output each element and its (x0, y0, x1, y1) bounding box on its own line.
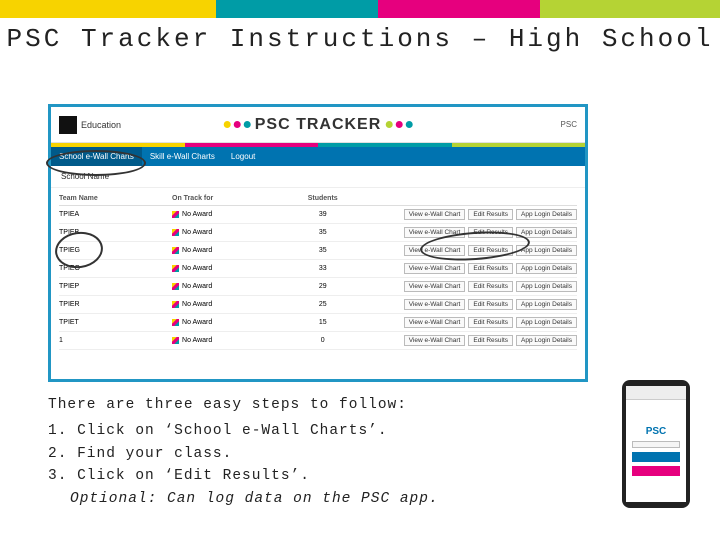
table-row: TPIEGNo Award35 View e-Wall ChartEdit Res… (59, 242, 577, 260)
edit-results-button[interactable]: Edit Results (468, 263, 513, 274)
cell-students: 39 (294, 211, 351, 218)
award-flag-icon (172, 283, 179, 290)
edit-results-button[interactable]: Edit Results (468, 281, 513, 292)
teams-table: Team Name On Track for Students TPIEANo … (51, 188, 585, 350)
edit-results-button[interactable]: Edit Results (468, 227, 513, 238)
cell-track: No Award (172, 229, 294, 236)
tab-logout[interactable]: Logout (223, 147, 263, 166)
app-login-button[interactable]: App Login Details (516, 209, 577, 220)
slide-top-stripe (0, 0, 720, 18)
view-ewall-button[interactable]: View e-Wall Chart (404, 335, 466, 346)
view-ewall-button[interactable]: View e-Wall Chart (404, 317, 466, 328)
award-flag-icon (172, 229, 179, 236)
table-row: TPIEPNo Award29 View e-Wall ChartEdit Res… (59, 278, 577, 296)
psc-tracker-brand: PSC TRACKER (224, 116, 413, 134)
edit-results-button[interactable]: Edit Results (468, 209, 513, 220)
cell-students: 15 (294, 319, 351, 326)
app-login-button[interactable]: App Login Details (516, 263, 577, 274)
award-flag-icon (172, 319, 179, 326)
view-ewall-button[interactable]: View e-Wall Chart (404, 227, 466, 238)
cell-students: 25 (294, 301, 351, 308)
phone-primary-button (632, 452, 680, 462)
cell-team: TPIER (59, 301, 172, 308)
edit-results-button[interactable]: Edit Results (468, 299, 513, 310)
edit-results-button[interactable]: Edit Results (468, 317, 513, 328)
cell-track: No Award (172, 301, 294, 308)
award-flag-icon (172, 211, 179, 218)
logo-text: Education (81, 120, 121, 130)
psc-badge: PSC (561, 120, 577, 129)
cell-students: 35 (294, 247, 351, 254)
app-login-button[interactable]: App Login Details (516, 317, 577, 328)
cell-team: TPIEB (59, 229, 172, 236)
table-row: TPIERNo Award25 View e-Wall ChartEdit Res… (59, 296, 577, 314)
instructions-intro: There are three easy steps to follow: (48, 394, 600, 416)
col-actions (351, 195, 577, 202)
app-login-button[interactable]: App Login Details (516, 227, 577, 238)
cell-students: 0 (294, 337, 351, 344)
phone-input (632, 441, 680, 448)
cell-team: 1 (59, 337, 172, 344)
col-students: Students (294, 195, 351, 202)
cell-track: No Award (172, 265, 294, 272)
cell-track: No Award (172, 283, 294, 290)
instruction-step-2: 2. Find your class. (48, 443, 600, 465)
page-title: PSC Tracker Instructions – High School (0, 24, 720, 54)
table-row: TPIEBNo Award35 View e-Wall ChartEdit Res… (59, 224, 577, 242)
tab-skill-ewall[interactable]: Skill e-Wall Charts (142, 147, 223, 166)
award-flag-icon (172, 265, 179, 272)
brand-dots-left (224, 121, 251, 128)
app-login-button[interactable]: App Login Details (516, 245, 577, 256)
tracker-screenshot: Education PSC TRACKER PSC School e-Wall … (48, 104, 588, 382)
view-ewall-button[interactable]: View e-Wall Chart (404, 263, 466, 274)
table-row: TPIEANo Award39 View e-Wall ChartEdit Res… (59, 206, 577, 224)
nsw-waratah-icon (59, 116, 77, 134)
cell-track: No Award (172, 337, 294, 344)
cell-track: No Award (172, 247, 294, 254)
cell-students: 35 (294, 229, 351, 236)
edit-results-button[interactable]: Edit Results (468, 245, 513, 256)
col-team: Team Name (59, 195, 172, 202)
instruction-optional: Optional: Can log data on the PSC app. (48, 488, 600, 510)
edit-results-button[interactable]: Edit Results (468, 335, 513, 346)
view-ewall-button[interactable]: View e-Wall Chart (404, 299, 466, 310)
view-ewall-button[interactable]: View e-Wall Chart (404, 281, 466, 292)
app-login-button[interactable]: App Login Details (516, 335, 577, 346)
phone-statusbar (626, 386, 686, 400)
app-login-button[interactable]: App Login Details (516, 299, 577, 310)
cell-students: 29 (294, 283, 351, 290)
brand-text: PSC TRACKER (255, 116, 382, 134)
phone-mockup: PSC (622, 380, 690, 508)
phone-secondary-button (632, 466, 680, 476)
cell-team: TPIEA (59, 211, 172, 218)
award-flag-icon (172, 337, 179, 344)
cell-team: TPIET (59, 319, 172, 326)
brand-dots-right (385, 121, 412, 128)
instructions-block: There are three easy steps to follow: 1.… (48, 394, 600, 510)
app-login-button[interactable]: App Login Details (516, 281, 577, 292)
nsw-logo: Education (59, 116, 121, 134)
award-flag-icon (172, 247, 179, 254)
cell-track: No Award (172, 319, 294, 326)
instruction-step-1: 1. Click on ‘School e-Wall Charts’. (48, 420, 600, 442)
phone-psc-logo: PSC (646, 426, 667, 437)
cell-team: TPIEO (59, 265, 172, 272)
table-row: 1No Award0 View e-Wall ChartEdit ResultsA… (59, 332, 577, 350)
nav-tabs: School e-Wall Charts Skill e-Wall Charts… (51, 147, 585, 166)
table-header: Team Name On Track for Students (59, 192, 577, 206)
view-ewall-button[interactable]: View e-Wall Chart (404, 209, 466, 220)
view-ewall-button[interactable]: View e-Wall Chart (404, 245, 466, 256)
col-track: On Track for (172, 195, 294, 202)
table-row: TPIETNo Award15 View e-Wall ChartEdit Res… (59, 314, 577, 332)
award-flag-icon (172, 301, 179, 308)
cell-team: TPIEG (59, 247, 172, 254)
school-name: School Name (51, 166, 585, 188)
instruction-step-3: 3. Click on ‘Edit Results’. (48, 465, 600, 487)
table-row: TPIEONo Award33 View e-Wall ChartEdit Res… (59, 260, 577, 278)
cell-team: TPIEP (59, 283, 172, 290)
cell-students: 33 (294, 265, 351, 272)
cell-track: No Award (172, 211, 294, 218)
tab-school-ewall[interactable]: School e-Wall Charts (51, 147, 142, 166)
